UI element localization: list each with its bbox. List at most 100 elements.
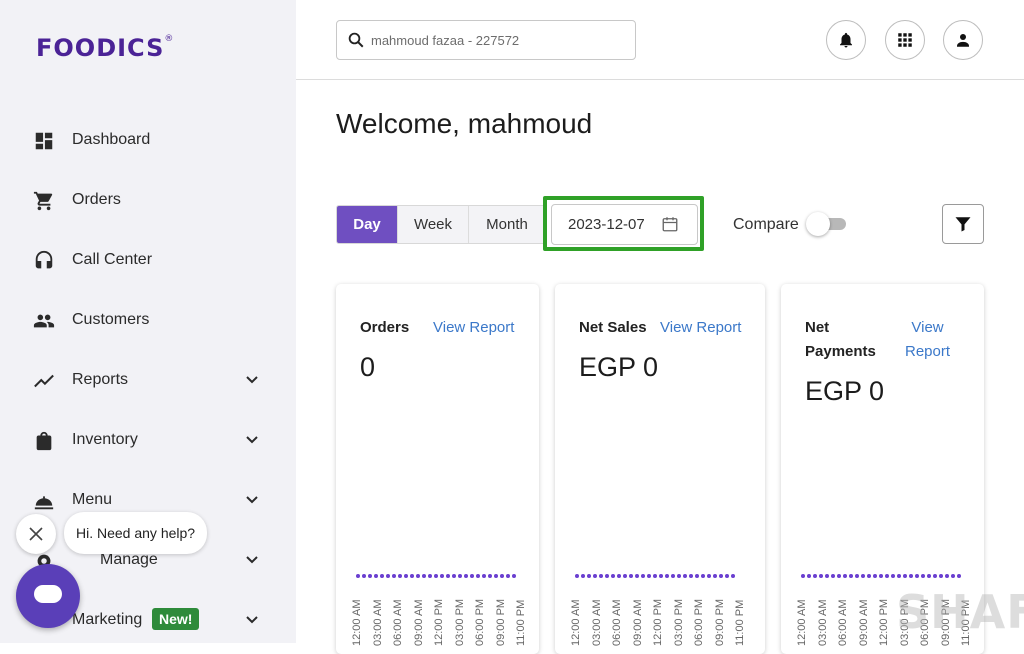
sidebar-item-label: Marketing	[72, 611, 143, 628]
tab-week[interactable]: Week	[398, 206, 469, 243]
profile-button[interactable]	[943, 20, 983, 60]
chevron-down-icon[interactable]	[244, 372, 260, 388]
sidebar-item-customers[interactable]: Customers	[0, 300, 296, 340]
chart-point	[356, 574, 360, 578]
filter-button[interactable]	[942, 204, 984, 244]
foodics-logo[interactable]: FOODICS®	[36, 34, 174, 62]
chart-point	[909, 574, 913, 578]
sidebar-item-reports[interactable]: Reports	[0, 360, 296, 400]
page-title: Welcome, mahmoud	[336, 108, 593, 139]
chart-point	[921, 574, 925, 578]
notifications-button[interactable]	[826, 20, 866, 60]
top-bar: mahmoud fazaa - 227572	[296, 0, 1024, 80]
chart-point	[849, 574, 853, 578]
time-tick-label: 12:00 PM	[652, 598, 664, 646]
apps-button[interactable]	[885, 20, 925, 60]
chart-point	[398, 574, 402, 578]
chart-point	[623, 574, 627, 578]
chevron-down-icon[interactable]	[244, 612, 260, 628]
period-selector: Day Week Month	[336, 205, 546, 244]
chart-point	[653, 574, 657, 578]
chart-point	[855, 574, 859, 578]
chart-point	[939, 574, 943, 578]
chart-point	[641, 574, 645, 578]
chart-point	[813, 574, 817, 578]
chart-point	[861, 574, 865, 578]
chart-point	[689, 574, 693, 578]
chart-point	[380, 574, 384, 578]
grid-icon	[898, 33, 912, 47]
time-tick-label: 11:00 PM	[734, 599, 746, 646]
chart-point	[647, 574, 651, 578]
chart-point	[635, 574, 639, 578]
sidebar-item-orders[interactable]: Orders	[0, 180, 296, 220]
chart-point	[879, 574, 883, 578]
time-tick-label: 12:00 PM	[878, 598, 890, 646]
chart-point	[440, 574, 444, 578]
chart-point	[587, 574, 591, 578]
help-message[interactable]: Hi. Need any help?	[64, 512, 208, 554]
view-report-link[interactable]: View Report	[905, 316, 950, 364]
chart-point	[677, 574, 681, 578]
card-value: EGP 0	[579, 352, 659, 382]
search-input[interactable]: mahmoud fazaa - 227572	[336, 20, 636, 60]
date-highlight: 2023-12-07	[543, 196, 704, 251]
compare-toggle[interactable]	[806, 212, 848, 236]
time-tick-label: 12:00 AM	[351, 599, 363, 646]
filter-icon	[955, 217, 971, 232]
headset-icon	[35, 250, 53, 269]
chart-point	[422, 574, 426, 578]
date-value: 2023-12-07	[568, 216, 645, 233]
chart-point	[927, 574, 931, 578]
chart-point	[915, 574, 919, 578]
chat-button[interactable]	[16, 564, 80, 628]
calendar-icon[interactable]	[661, 215, 679, 233]
chevron-down-icon[interactable]	[244, 492, 260, 508]
chevron-down-icon[interactable]	[244, 432, 260, 448]
chart-point	[819, 574, 823, 578]
chart-point	[891, 574, 895, 578]
tab-day[interactable]: Day	[337, 206, 398, 243]
chart-point	[701, 574, 705, 578]
card-value: 0	[360, 352, 376, 382]
compare-label: Compare	[733, 216, 799, 233]
sidebar-item-call-center[interactable]: Call Center	[0, 240, 296, 280]
time-tick-label: 11:00 PM	[515, 599, 527, 646]
trending-icon	[34, 374, 54, 388]
sidebar-item-dashboard[interactable]: Dashboard	[0, 120, 296, 160]
sidebar-item-label: Orders	[72, 191, 121, 208]
chart-point	[713, 574, 717, 578]
sidebar-item-label: Reports	[72, 371, 129, 388]
new-badge: New!	[152, 608, 200, 630]
chart-line	[801, 574, 961, 580]
sidebar-item-label: Inventory	[72, 431, 138, 448]
chart-point	[951, 574, 955, 578]
chart-point	[843, 574, 847, 578]
close-help-button[interactable]	[16, 514, 56, 554]
chart-point	[945, 574, 949, 578]
chart-point	[671, 574, 675, 578]
people-icon	[33, 314, 55, 328]
chart-point	[464, 574, 468, 578]
tab-month[interactable]: Month	[469, 206, 545, 243]
chart-point	[446, 574, 450, 578]
chart-point	[933, 574, 937, 578]
chart-point	[404, 574, 408, 578]
card-title: Net Payments	[805, 319, 876, 360]
time-tick-label: 06:00 AM	[392, 599, 404, 646]
search-icon	[348, 32, 364, 48]
sidebar-item-inventory[interactable]: Inventory	[0, 420, 296, 460]
chart-point	[476, 574, 480, 578]
chevron-down-icon[interactable]	[244, 552, 260, 568]
bell-icon	[840, 32, 852, 48]
chart-point	[458, 574, 462, 578]
time-tick-label: 09:00 AM	[412, 599, 425, 646]
sidebar-item-label: Dashboard	[72, 131, 151, 148]
time-tick-label: 03:00 AM	[816, 599, 829, 646]
view-report-link[interactable]: View Report	[433, 316, 514, 340]
chart-point	[831, 574, 835, 578]
view-report-link[interactable]: View Report	[660, 316, 741, 340]
user-icon	[957, 34, 969, 47]
chart-point	[629, 574, 633, 578]
date-picker[interactable]: 2023-12-07	[551, 204, 698, 245]
